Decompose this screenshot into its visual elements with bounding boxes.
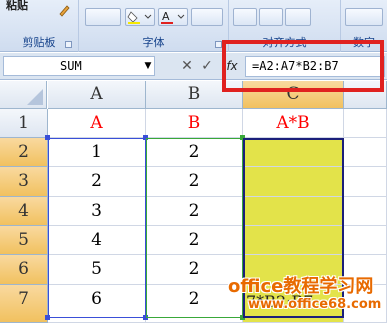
row-header-4[interactable]: 4 (0, 197, 48, 226)
cell-d3[interactable] (344, 167, 387, 197)
row-header-6[interactable]: 6 (0, 255, 48, 285)
phonetic-button[interactable] (191, 8, 223, 26)
cell-d2[interactable] (344, 138, 387, 167)
clipboard-group: 粘贴 剪贴板 (0, 0, 79, 52)
font-color-button[interactable]: A (158, 8, 188, 26)
decrease-indent-button[interactable] (233, 8, 257, 26)
increase-indent-button[interactable] (259, 8, 283, 26)
border-button[interactable] (85, 8, 121, 26)
font-color-icon: A (161, 10, 185, 24)
cell-d5[interactable] (344, 226, 387, 255)
cell-d4[interactable] (344, 197, 387, 226)
svg-text:A: A (162, 10, 170, 23)
row-header-1[interactable]: 1 (0, 109, 48, 138)
cell-a1[interactable]: A (48, 109, 146, 138)
name-box-dropdown-icon[interactable]: ▼ (142, 57, 154, 75)
range-a-handle[interactable] (45, 135, 50, 140)
font-group: A 字体 (79, 0, 229, 52)
name-box[interactable]: SUM (3, 56, 155, 76)
orientation-button[interactable] (285, 8, 311, 26)
range-a2-a7-highlight (48, 138, 146, 318)
number-format-button[interactable] (345, 8, 383, 26)
row-header-2[interactable]: 2 (0, 138, 48, 167)
format-painter-icon[interactable] (56, 2, 72, 18)
row-header-7[interactable]: 7 (0, 285, 48, 323)
fill-color-icon (127, 11, 152, 24)
fill-color-button[interactable] (125, 8, 155, 26)
select-all-icon (27, 89, 43, 105)
cell-c1[interactable]: A*B (243, 109, 344, 138)
font-group-label: 字体 (142, 36, 165, 49)
font-launcher-icon[interactable] (215, 41, 222, 48)
enter-icon[interactable]: ✓ (200, 56, 214, 76)
range-a-handle[interactable] (45, 315, 50, 320)
row-header-3[interactable]: 3 (0, 167, 48, 197)
formula-highlight-box (222, 40, 384, 92)
select-all-corner[interactable] (0, 81, 47, 109)
watermark-title: office教程学习网 (228, 276, 374, 297)
row-header-5[interactable]: 5 (0, 226, 48, 255)
paste-button[interactable]: 粘贴 (6, 0, 28, 13)
cell-d1[interactable] (344, 109, 387, 138)
cancel-icon[interactable]: ✕ (180, 56, 194, 76)
watermark-url: www.office68.com (248, 297, 382, 312)
clipboard-launcher-icon[interactable] (65, 41, 72, 48)
cell-b1[interactable]: B (146, 109, 243, 138)
column-header-a[interactable]: A (48, 81, 146, 109)
